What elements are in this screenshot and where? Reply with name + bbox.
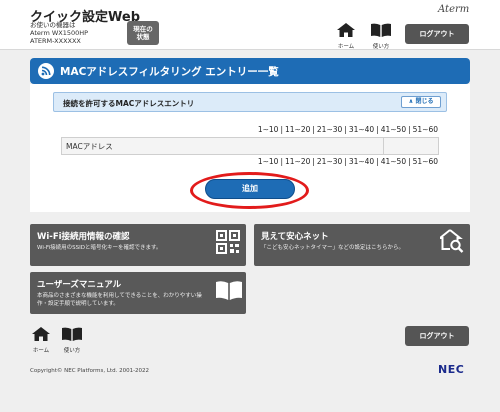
card-desc: Wi-Fi接続用のSSIDと暗号化キーを確認できます。	[37, 245, 162, 251]
pager-link[interactable]: 41∼50	[381, 125, 406, 134]
footer-nav: ホーム 使い方 ログアウト	[0, 322, 500, 354]
pager-link[interactable]: 51∼60	[413, 125, 438, 134]
page-title: MACアドレスフィルタリング エントリー一覧	[60, 66, 279, 78]
section-header: 接続を許可するMACアドレスエントリ ∧ 閉じる	[53, 92, 447, 112]
pager-top: 1∼10 | 11∼20 | 21∼30 | 31∼40 | 41∼50 | 51∼60	[257, 125, 438, 134]
card-title: Wi-Fi接続用情報の確認	[37, 232, 130, 242]
device-info-line: お使いの機器は	[30, 21, 76, 29]
pager-link[interactable]: 41∼50	[381, 157, 406, 166]
card-desc: 「こども安心ネットタイマー」などの設定はこちらから。	[261, 245, 405, 251]
pager-link[interactable]: 1∼10	[258, 125, 279, 134]
device-id: ATERM-XXXXXX	[30, 37, 81, 45]
wifi-info-card[interactable]: Wi-Fi接続用情報の確認 Wi-Fi接続用のSSIDと暗号化キーを確認できます…	[30, 224, 246, 266]
pager-link[interactable]: 11∼20	[285, 157, 310, 166]
card-desc-line: 本商品のさまざまな機能を利用してできることを、わかりやすい操	[37, 293, 202, 299]
footer-manual-button[interactable]: 使い方	[60, 326, 84, 354]
device-model: Aterm WX1500HP	[30, 29, 89, 37]
manual-label: 使い方	[372, 44, 390, 50]
copyright: Copyright© NEC Platforms, Ltd. 2001-2022	[30, 368, 150, 374]
card-title: 見えて安心ネット	[261, 232, 329, 242]
pager-link[interactable]: 1∼10	[258, 157, 279, 166]
card-title: ユーザーズマニュアル	[37, 280, 122, 290]
table-header-mac: MACアドレス	[62, 138, 384, 154]
status-line: 状態	[136, 33, 150, 41]
wifi-icon	[38, 63, 54, 79]
open-book-icon	[216, 281, 242, 300]
header: クイック設定Web お使いの機器は Aterm WX1500HP ATERM-X…	[0, 0, 500, 50]
pager-link[interactable]: 31∼40	[349, 125, 374, 134]
page-banner: MACアドレスフィルタリング エントリー一覧	[30, 58, 470, 84]
home-search-icon	[440, 229, 464, 253]
user-manual-card[interactable]: ユーザーズマニュアル 本商品のさまざまな機能を利用してできることを、わかりやすい…	[30, 272, 246, 314]
book-icon	[371, 23, 391, 37]
home-label: ホーム	[32, 348, 50, 354]
manual-label: 使い方	[63, 348, 81, 354]
home-label: ホーム	[337, 44, 355, 50]
footer-logout-button[interactable]: ログアウト	[405, 326, 469, 346]
brand-logo: Aterm	[438, 4, 470, 15]
card-desc-line: 作・設定手順で説明しています。	[37, 301, 119, 307]
current-status-button[interactable]: 現在の 状態	[127, 21, 159, 45]
pager-link[interactable]: 11∼20	[285, 125, 310, 134]
home-button[interactable]: ホーム	[334, 22, 358, 50]
pager-link[interactable]: 21∼30	[317, 125, 342, 134]
pager-bottom: 1∼10 | 11∼20 | 21∼30 | 31∼40 | 41∼50 | 51∼60	[257, 157, 438, 166]
book-icon	[62, 327, 82, 341]
section-title: 接続を許可するMACアドレスエントリ	[63, 99, 195, 108]
status-line: 現在の	[133, 25, 153, 33]
collapse-label: 閉じる	[415, 98, 434, 105]
chevron-up-icon: ∧	[408, 98, 414, 105]
home-icon	[32, 327, 50, 341]
device-info: お使いの機器は Aterm WX1500HP ATERM-XXXXXX	[30, 21, 88, 45]
card-desc: 本商品のさまざまな機能を利用してできることを、わかりやすい操 作・設定手順で説明…	[37, 292, 202, 308]
collapse-button[interactable]: ∧ 閉じる	[401, 96, 441, 108]
nec-logo: NEC	[438, 363, 465, 376]
mac-address-table: MACアドレス	[61, 137, 439, 155]
pager-link[interactable]: 31∼40	[349, 157, 374, 166]
logout-button[interactable]: ログアウト	[405, 24, 469, 44]
pager-link[interactable]: 21∼30	[317, 157, 342, 166]
footer-home-button[interactable]: ホーム	[29, 326, 53, 354]
add-button[interactable]: 追加	[205, 179, 295, 199]
safety-net-card[interactable]: 見えて安心ネット 「こども安心ネットタイマー」などの設定はこちらから。	[254, 224, 470, 266]
qr-code-icon	[216, 230, 240, 254]
manual-button[interactable]: 使い方	[369, 22, 393, 50]
pager-link[interactable]: 51∼60	[413, 157, 438, 166]
home-icon	[337, 23, 355, 37]
